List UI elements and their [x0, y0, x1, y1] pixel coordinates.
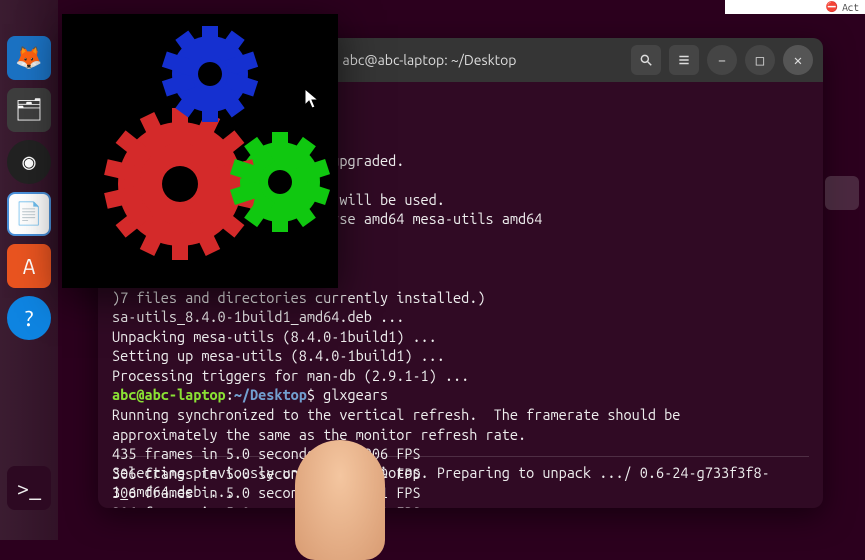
- ubuntu-dock: 🦊 🗂 ◉ 📄 A ? >_: [0, 0, 58, 540]
- dock-app-firefox[interactable]: 🦊: [7, 36, 51, 80]
- terminal-status-area: Selecting previously uns package iotop. …: [112, 456, 809, 502]
- dock-app-rhythmbox[interactable]: ◉: [7, 140, 51, 184]
- dock-app-help[interactable]: ?: [7, 296, 51, 340]
- minimize-button[interactable]: −: [707, 45, 737, 75]
- close-button[interactable]: ✕: [783, 45, 813, 75]
- search-button[interactable]: [631, 45, 661, 75]
- glxgears-canvas: // draw simple teeth function teeth(cx,c…: [62, 14, 338, 288]
- menu-button[interactable]: [669, 45, 699, 75]
- desktop-files-icon[interactable]: [825, 176, 859, 210]
- dock-app-files[interactable]: 🗂: [7, 88, 51, 132]
- dock-app-software[interactable]: A: [7, 244, 51, 288]
- hamburger-icon: [677, 53, 691, 67]
- dock-app-terminal[interactable]: >_: [7, 466, 51, 510]
- glxgears-window[interactable]: // draw simple teeth function teeth(cx,c…: [62, 14, 338, 288]
- maximize-button[interactable]: □: [745, 45, 775, 75]
- dock-app-writer[interactable]: 📄: [7, 192, 51, 236]
- top-panel-fragment: ⛔ Act: [725, 0, 865, 14]
- search-icon: [639, 53, 653, 67]
